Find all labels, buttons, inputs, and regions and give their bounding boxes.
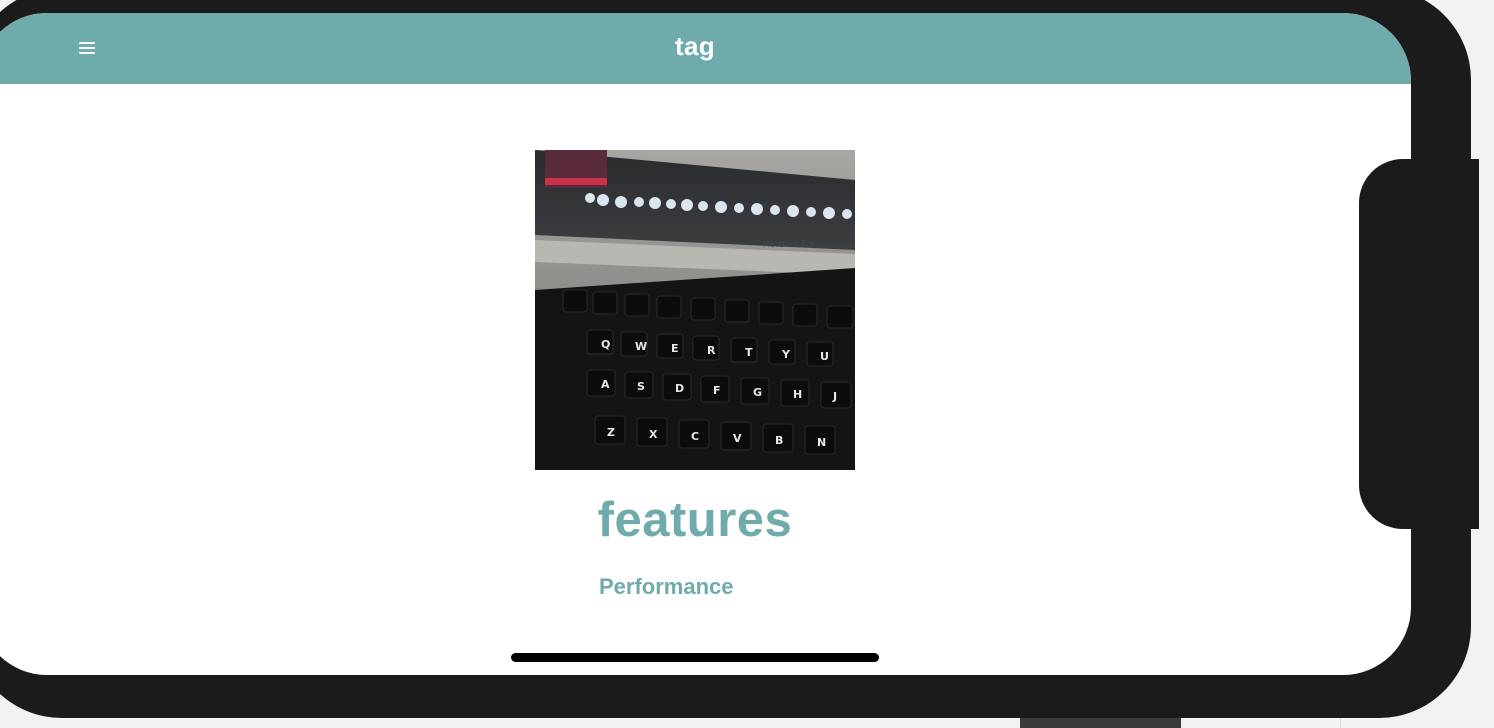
svg-text:R: R	[707, 344, 716, 357]
svg-text:G: G	[753, 386, 762, 399]
performance-link[interactable]: Performance	[599, 574, 734, 600]
svg-text:F: F	[713, 384, 721, 397]
home-indicator[interactable]	[511, 653, 879, 662]
top-navigation-bar: tag	[0, 13, 1411, 84]
svg-text:Z: Z	[607, 426, 615, 439]
svg-text:S: S	[637, 380, 645, 393]
svg-text:W: W	[635, 340, 647, 353]
phone-screen: tag MacBook Pro Q W E R T Y U A S D F G …	[0, 13, 1411, 675]
laptop-keyboard-photo: MacBook Pro Q W E R T Y U A S D F G H J …	[535, 150, 855, 470]
svg-text:Y: Y	[781, 348, 791, 361]
page-title: tag	[675, 31, 715, 61]
svg-text:MacBook Pro: MacBook Pro	[763, 240, 814, 249]
svg-text:V: V	[733, 432, 742, 445]
svg-text:H: H	[793, 388, 802, 401]
svg-text:E: E	[671, 342, 679, 355]
svg-text:Q: Q	[601, 338, 610, 351]
svg-text:N: N	[817, 436, 826, 449]
svg-text:T: T	[745, 346, 753, 359]
svg-text:D: D	[675, 382, 684, 395]
svg-text:A: A	[601, 378, 610, 391]
svg-text:J: J	[832, 390, 837, 403]
svg-text:U: U	[820, 350, 829, 363]
phone-frame: tag MacBook Pro Q W E R T Y U A S D F G …	[0, 0, 1479, 718]
device-notch	[1359, 159, 1479, 529]
svg-text:X: X	[649, 428, 658, 441]
svg-text:B: B	[775, 434, 783, 447]
svg-text:C: C	[691, 430, 699, 443]
section-heading: features	[597, 493, 793, 547]
